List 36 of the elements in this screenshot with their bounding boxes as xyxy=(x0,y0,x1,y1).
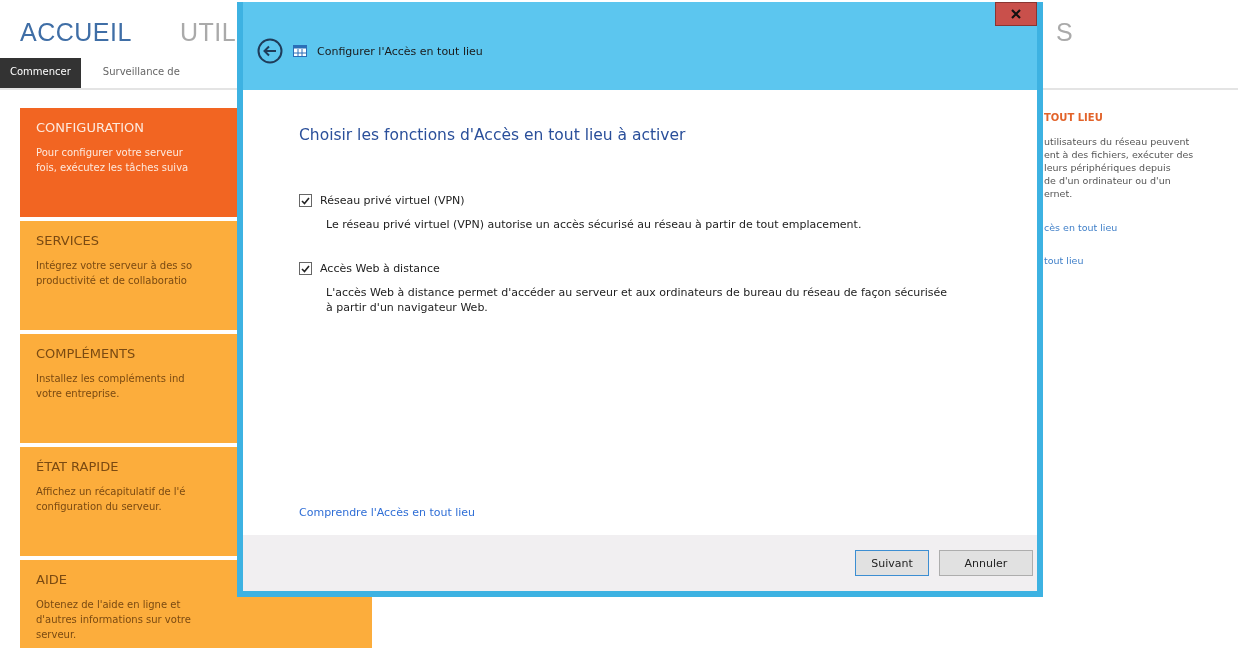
tile-description: Pour configurer votre serveur xyxy=(36,146,183,160)
panel-text: leurs périphériques depuis xyxy=(1044,161,1172,174)
nav-tab[interactable]: S xyxy=(1056,17,1074,46)
sub-tab[interactable]: Commencer xyxy=(0,58,81,88)
tile-title: CONFIGURATION xyxy=(36,120,145,135)
tile-title: AIDE xyxy=(36,572,67,587)
checkbox[interactable] xyxy=(299,262,312,275)
tile-title: ÉTAT RAPIDE xyxy=(36,459,119,474)
panel-text: de d'un ordinateur ou d'un xyxy=(1044,174,1172,187)
close-icon xyxy=(1011,9,1021,19)
sub-tab[interactable]: Surveillance de xyxy=(92,58,190,88)
panel-link[interactable]: cès en tout lieu xyxy=(1044,222,1238,233)
panel-text: utilisateurs du réseau peuvent xyxy=(1044,135,1191,148)
tile-description: Affichez un récapitulatif de l'é xyxy=(36,485,186,499)
next-button[interactable]: Suivant xyxy=(855,550,929,576)
tile-description: Installez les compléments ind xyxy=(36,372,185,386)
panel-title: TOUT LIEU xyxy=(1044,112,1104,123)
table-icon xyxy=(293,45,307,57)
panel-text: ernet. xyxy=(1044,187,1074,200)
tile-title: SERVICES xyxy=(36,233,100,248)
dialog-title: Configurer l'Accès en tout lieu xyxy=(317,44,483,58)
nav-tab[interactable]: ACCUEIL xyxy=(20,17,132,47)
tile-description: Obtenez de l'aide en ligne et d'autres informations sur votre serveur. xyxy=(36,598,192,642)
panel-link[interactable]: tout lieu xyxy=(1044,255,1238,266)
tile-description: configuration du serveur. xyxy=(36,500,162,514)
checkbox[interactable] xyxy=(299,194,312,207)
tile-description: votre entreprise. xyxy=(36,387,120,401)
cancel-button[interactable]: Annuler xyxy=(939,550,1033,576)
tile-description: Intégrez votre serveur à des so xyxy=(36,259,193,273)
back-button[interactable] xyxy=(257,38,283,64)
tile-description: productivité et de collaboratio xyxy=(36,274,187,288)
close-button[interactable] xyxy=(995,2,1037,26)
tile-title: COMPLÉMENTS xyxy=(36,346,136,361)
tile-description: fois, exécutez les tâches suiva xyxy=(36,161,189,175)
nav-tab[interactable]: UTIL xyxy=(179,17,237,47)
panel-text: ent à des fichiers, exécuter des xyxy=(1044,148,1195,161)
